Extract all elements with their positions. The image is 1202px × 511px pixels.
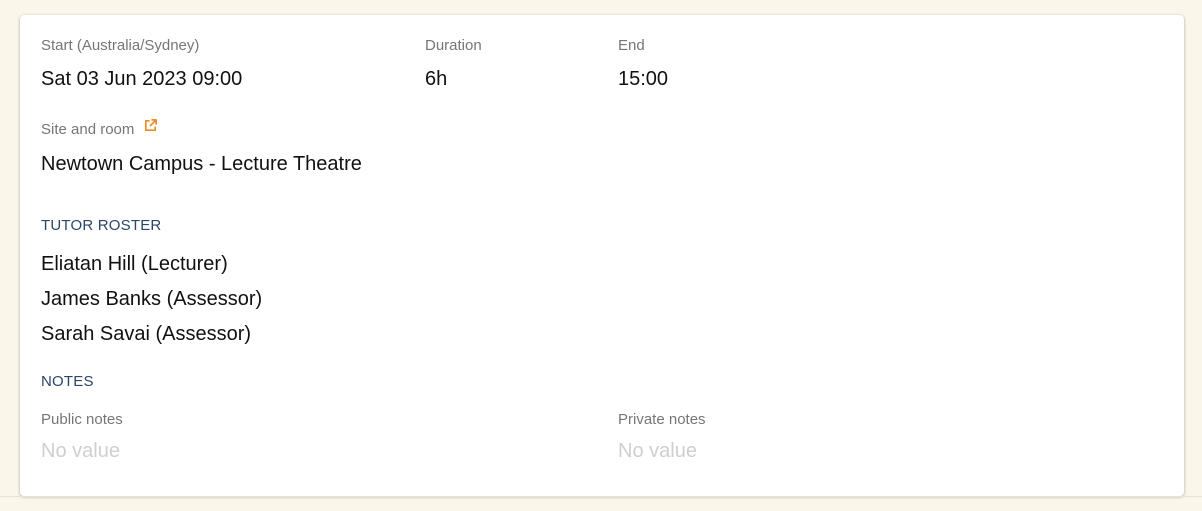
public-notes-value: No value [41,440,120,462]
tutor-roster-heading: TUTOR ROSTER [41,217,162,234]
private-notes-field: Private notes No value [618,411,706,463]
start-label: Start (Australia/Sydney) [41,37,200,54]
start-value: Sat 03 Jun 2023 09:00 [41,68,243,90]
site-field: Site and room Newtown Campus - Lecture T… [41,118,362,176]
public-notes-label: Public notes [41,411,123,428]
end-value: 15:00 [618,68,669,90]
private-notes-label: Private notes [618,411,706,428]
page-divider [0,496,1202,497]
duration-label: Duration [425,37,482,54]
site-value: Newtown Campus - Lecture Theatre [41,153,362,175]
end-field: End 15:00 [618,37,668,91]
tutor-list-item: James Banks (Assessor) [41,288,263,310]
duration-value: 6h [425,68,448,90]
site-label-row: Site and room [41,118,362,140]
end-label: End [618,37,645,54]
tutor-list-item: Eliatan Hill (Lecturer) [41,253,228,275]
site-label: Site and room [41,120,135,138]
external-link-icon[interactable] [143,118,158,138]
start-field: Start (Australia/Sydney) Sat 03 Jun 2023… [41,37,242,91]
private-notes-value: No value [618,440,697,462]
tutor-list-item: Sarah Savai (Assessor) [41,323,252,345]
notes-heading: NOTES [41,373,94,390]
duration-field: Duration 6h [425,37,482,91]
session-details-card: Start (Australia/Sydney) Sat 03 Jun 2023… [20,15,1184,496]
public-notes-field: Public notes No value [41,411,123,463]
